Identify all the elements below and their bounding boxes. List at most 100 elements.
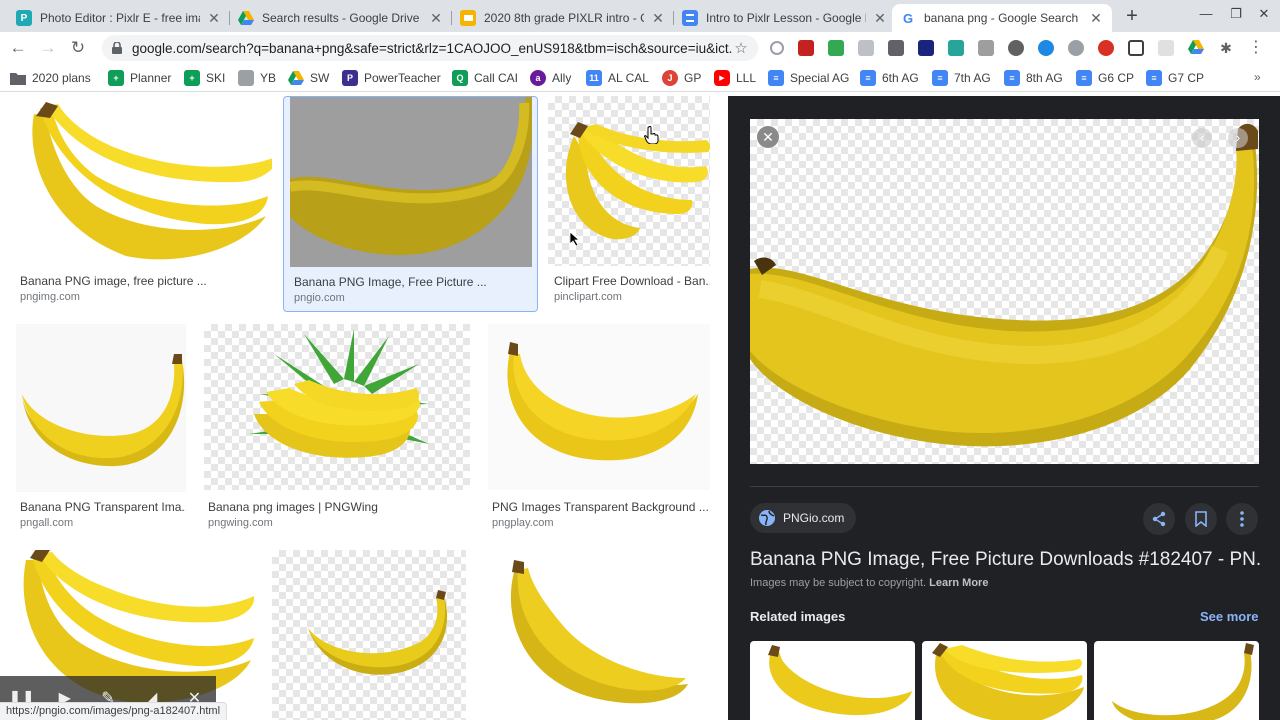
extension-red-icon[interactable] (798, 40, 814, 56)
bookmark-label: 6th AG (882, 71, 919, 85)
restore-icon[interactable]: ❐ (1226, 6, 1246, 26)
extension-copy-icon[interactable] (978, 40, 994, 56)
bookmark-ski[interactable]: + SKI (184, 70, 225, 86)
result-thumbnail[interactable] (488, 324, 710, 490)
result-title[interactable]: Banana png images | PNGWing (208, 500, 468, 514)
extension-printer-icon[interactable] (858, 40, 874, 56)
tab-docs[interactable]: Intro to Pixlr Lesson - Google Docs ✕ (674, 4, 896, 32)
image-result[interactable] (484, 550, 710, 720)
bookmarks-overflow-icon[interactable]: » (1254, 70, 1261, 84)
skype-icon[interactable] (1038, 40, 1054, 56)
extension-grid-icon[interactable] (888, 40, 904, 56)
bookmark-special-ag[interactable]: ≡ Special AG (768, 70, 849, 86)
bookmark-ally[interactable]: a Ally (530, 70, 571, 86)
image-result[interactable]: Banana PNG Transparent Ima... pngall.com (16, 324, 186, 534)
bookmark-gp[interactable]: J GP (662, 70, 701, 86)
related-image[interactable] (922, 641, 1087, 720)
result-source: pinclipart.com (554, 291, 622, 303)
extension-dark-icon[interactable] (918, 40, 934, 56)
preview-title[interactable]: Banana PNG Image, Free Picture Downloads… (750, 549, 1260, 571)
source-label: PNGio.com (783, 511, 845, 525)
close-icon[interactable]: ✕ (872, 10, 888, 26)
result-thumbnail[interactable] (290, 97, 532, 267)
bookmark-call-cai[interactable]: Q Call CAI (452, 70, 518, 86)
preview-source-chip[interactable]: PNGio.com (750, 503, 857, 533)
image-result[interactable] (272, 550, 466, 720)
bookmark-planner[interactable]: + Planner (108, 70, 171, 86)
result-title[interactable]: Banana PNG Image, Free Picture ... (294, 275, 534, 289)
minimize-icon[interactable]: — (1196, 6, 1216, 26)
bookmark-lll[interactable]: ▶ LLL (714, 70, 756, 86)
tab-title: 2020 8th grade PIXLR intro - Google (484, 11, 644, 25)
image-result[interactable]: Banana PNG image, free picture ... pngim… (16, 96, 272, 308)
next-image-button[interactable]: › (1228, 128, 1248, 148)
bookmark-sw[interactable]: SW (288, 70, 329, 86)
preview-image[interactable] (750, 119, 1259, 464)
extension-screen-icon[interactable] (1158, 40, 1174, 56)
divider (750, 486, 1259, 487)
mouse-cursor-icon (570, 232, 580, 246)
image-result[interactable]: PNG Images Transparent Background ... pn… (488, 324, 710, 534)
related-image[interactable] (1094, 641, 1259, 720)
tab-title: banana png - Google Search (924, 11, 1079, 25)
result-thumbnail[interactable] (272, 550, 466, 720)
image-result[interactable]: Banana png images | PNGWing pngwing.com (204, 324, 470, 534)
bookmark-8th-ag[interactable]: ≡ 8th AG (1004, 70, 1063, 86)
extensions-puzzle-icon[interactable]: ✱ (1218, 40, 1234, 56)
extension-pin-icon[interactable] (1068, 40, 1084, 56)
tab-google-search[interactable]: G banana png - Google Search ✕ (892, 4, 1112, 32)
bookmark-powerteacher[interactable]: P PowerTeacher (342, 70, 441, 86)
close-icon[interactable]: ✕ (428, 10, 444, 26)
bookmark-2020-plans[interactable]: 2020 plans (10, 70, 91, 86)
drive-icon[interactable] (1188, 40, 1204, 56)
related-image[interactable] (750, 641, 915, 720)
more-vert-icon (1240, 511, 1244, 527)
image-result-selected[interactable]: Banana PNG Image, Free Picture ... pngio… (283, 96, 538, 312)
bookmark-7th-ag[interactable]: ≡ 7th AG (932, 70, 991, 86)
close-icon[interactable]: ✕ (650, 10, 666, 26)
docs-icon: ≡ (768, 70, 784, 86)
close-icon[interactable]: ✕ (1088, 10, 1104, 26)
share-icon (1152, 511, 1166, 527)
back-icon[interactable]: ← (6, 36, 30, 60)
result-thumbnail[interactable] (204, 324, 470, 490)
more-options-button[interactable] (1226, 503, 1258, 535)
save-button[interactable] (1185, 503, 1217, 535)
reload-icon[interactable]: ↻ (66, 36, 90, 60)
result-title[interactable]: Banana PNG Transparent Ima... (20, 500, 186, 514)
menu-kebab-icon[interactable]: ⋮ (1248, 40, 1264, 56)
tab-google-drive[interactable]: Search results - Google Drive ✕ (230, 4, 452, 32)
forward-icon[interactable]: → (36, 36, 60, 60)
bookmark-yb[interactable]: YB (238, 70, 276, 86)
result-thumbnail[interactable] (484, 550, 710, 720)
extension-table-icon[interactable] (1128, 40, 1144, 56)
previous-image-button[interactable]: ‹ (1192, 128, 1212, 148)
tab-slides[interactable]: 2020 8th grade PIXLR intro - Google ✕ (452, 4, 674, 32)
close-icon[interactable]: ✕ (206, 10, 222, 26)
new-tab-button[interactable]: + (1120, 5, 1144, 29)
result-title[interactable]: Clipart Free Download - Ban... (554, 274, 710, 288)
bookmark-g6-cp[interactable]: ≡ G6 CP (1076, 70, 1134, 86)
extension-circle-icon[interactable] (1008, 40, 1024, 56)
image-result[interactable]: Clipart Free Download - Ban... pinclipar… (548, 96, 710, 308)
bookmark-al-cal[interactable]: 11 AL CAL (586, 70, 649, 86)
extension-green-icon[interactable] (828, 40, 844, 56)
bookmark-6th-ag[interactable]: ≡ 6th AG (860, 70, 919, 86)
result-thumbnail[interactable] (16, 324, 186, 492)
address-bar[interactable]: google.com/search?q=banana+png&safe=stri… (102, 35, 758, 61)
result-source: pngall.com (20, 517, 74, 529)
extension-chat-icon[interactable] (770, 41, 784, 55)
close-preview-button[interactable]: ✕ (757, 126, 779, 148)
bookmark-g7-cp[interactable]: ≡ G7 CP (1146, 70, 1204, 86)
share-button[interactable] (1143, 503, 1175, 535)
bookmark-star-icon[interactable]: ☆ (732, 39, 750, 57)
tab-pixlr[interactable]: P Photo Editor : Pixlr E - free image ✕ (8, 4, 230, 32)
result-title[interactable]: PNG Images Transparent Background ... (492, 500, 708, 514)
window-close-icon[interactable]: ✕ (1254, 6, 1274, 26)
extension-teal-icon[interactable] (948, 40, 964, 56)
extension-dots-icon[interactable] (1098, 40, 1114, 56)
learn-more-link[interactable]: Learn More (929, 577, 988, 589)
see-more-link[interactable]: See more (1200, 609, 1259, 624)
result-title[interactable]: Banana PNG image, free picture ... (20, 274, 270, 288)
result-thumbnail[interactable] (16, 96, 272, 266)
